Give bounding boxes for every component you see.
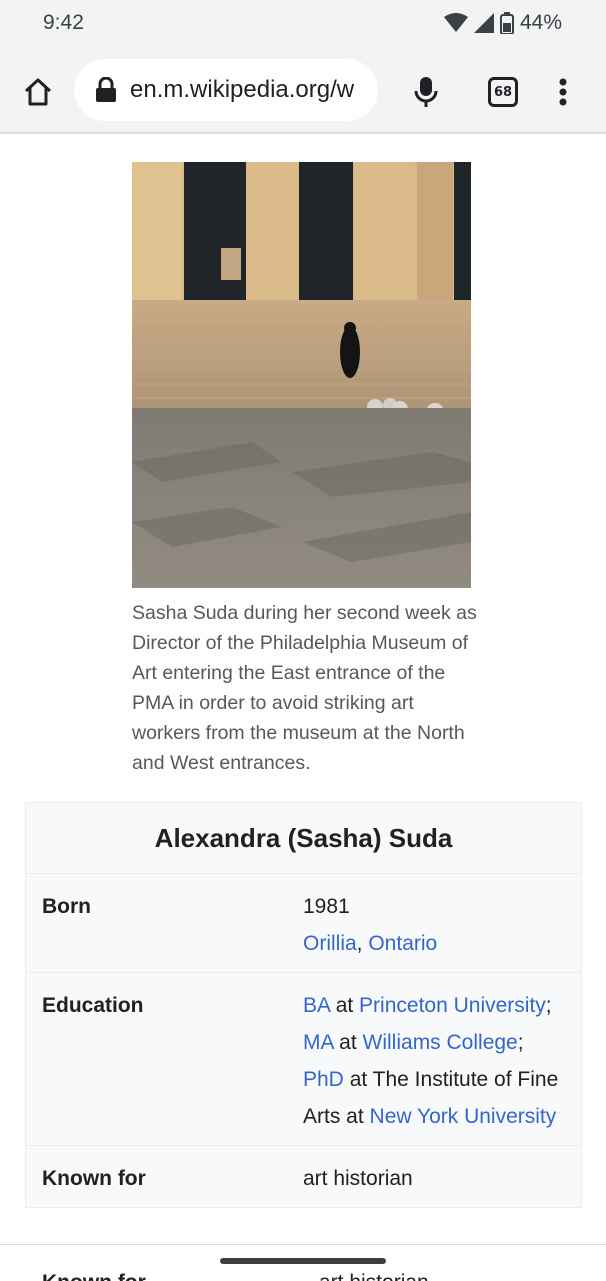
education-text: at: [333, 1031, 363, 1054]
mic-icon: [414, 77, 438, 107]
status-time: 9:42: [43, 11, 84, 34]
infobox-row-known-for: Known for art historian: [26, 1146, 581, 1207]
ba-link[interactable]: BA: [303, 994, 330, 1017]
battery-percent: 44%: [519, 11, 562, 34]
orillia-link[interactable]: Orillia: [303, 932, 357, 955]
ma-link[interactable]: MA: [303, 1031, 333, 1054]
education-text: ;: [517, 1031, 524, 1054]
education-label: Education: [42, 994, 144, 1017]
photo-drawing: [132, 162, 471, 588]
tabs-icon: 68: [488, 77, 518, 107]
address-bar[interactable]: en.m.wikipedia.org/w: [74, 59, 378, 121]
status-icons: 44%: [443, 11, 562, 35]
voice-search-button[interactable]: [404, 70, 448, 114]
known-for-label: Known for: [42, 1167, 146, 1190]
battery-icon: [499, 12, 514, 34]
tab-switcher-button[interactable]: 68: [481, 70, 525, 114]
education-text: at: [329, 994, 360, 1017]
born-value: 1981 Orillia, Ontario: [303, 888, 581, 962]
nyu-link[interactable]: New York University: [370, 1105, 557, 1128]
phd-link[interactable]: PhD: [303, 1068, 344, 1091]
article-photo[interactable]: [132, 162, 471, 588]
born-label: Born: [42, 895, 91, 918]
known-for-value: art historian: [303, 1167, 413, 1190]
home-button[interactable]: [16, 70, 60, 114]
more-vert-icon: [559, 78, 567, 106]
education-text: ;: [545, 994, 552, 1017]
browser-toolbar: en.m.wikipedia.org/w 68: [0, 48, 606, 134]
infobox-row-education: Education BA at Princeton University; MA…: [26, 973, 581, 1146]
williams-college-link[interactable]: Williams College: [363, 1031, 518, 1054]
signal-icon: [473, 13, 494, 33]
infobox: Alexandra (Sasha) Suda Born 1981 Orillia…: [25, 802, 582, 1208]
lock-icon: [96, 77, 116, 102]
infobox-row-born: Born 1981 Orillia, Ontario: [26, 874, 581, 973]
status-bar: 9:42 44%: [0, 0, 606, 48]
born-separator: ,: [356, 932, 369, 955]
infobox-title: Alexandra (Sasha) Suda: [26, 803, 581, 874]
url-text: en.m.wikipedia.org/w: [130, 76, 355, 103]
home-icon: [24, 78, 52, 106]
education-value: BA at Princeton University; MA at Willia…: [303, 987, 581, 1135]
more-options-button[interactable]: [541, 70, 585, 114]
born-year: 1981: [303, 895, 350, 918]
wifi-icon: [443, 13, 468, 32]
image-caption: Sasha Suda during her second week as Dir…: [132, 602, 477, 774]
gesture-navigation-bar[interactable]: [220, 1258, 386, 1264]
ontario-link[interactable]: Ontario: [368, 932, 437, 955]
princeton-link[interactable]: Princeton University: [359, 994, 546, 1017]
